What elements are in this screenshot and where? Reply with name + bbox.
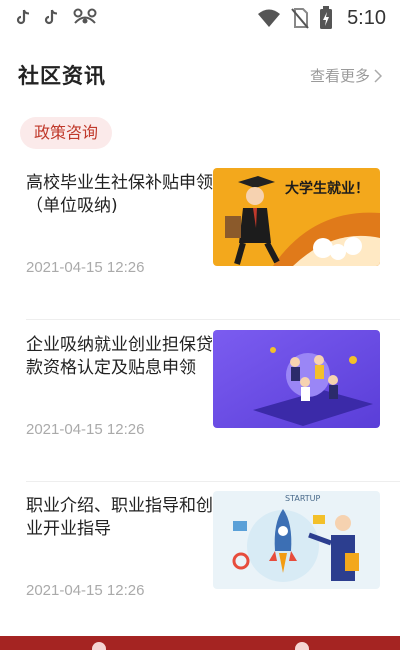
thumbnail-caption: 大学生就业！ bbox=[285, 181, 369, 197]
app-icon bbox=[73, 8, 97, 24]
news-title: 企业吸纳就业创业担保贷款资格认定及贴息申领 bbox=[26, 335, 213, 378]
view-more-label: 查看更多 bbox=[309, 67, 370, 85]
news-date: 2021-04-15 12:26 bbox=[26, 421, 145, 438]
status-bar: 5:10 bbox=[0, 0, 400, 36]
wifi-icon bbox=[258, 9, 281, 27]
battery-icon bbox=[320, 6, 333, 29]
bottom-nav-bar bbox=[0, 636, 400, 650]
news-thumbnail: STARTUP bbox=[213, 491, 380, 589]
no-sim-icon bbox=[291, 8, 309, 29]
section-header: 社区资讯 查看更多 bbox=[0, 56, 400, 96]
news-title: 职业介绍、职业指导和创业开业指导 bbox=[26, 496, 213, 539]
news-thumbnail bbox=[213, 330, 380, 428]
chevron-right-icon bbox=[374, 68, 382, 83]
thumbnail-caption: STARTUP bbox=[285, 494, 321, 503]
news-date: 2021-04-15 12:26 bbox=[26, 259, 145, 276]
tiktok-icon bbox=[16, 9, 30, 25]
section-title: 社区资讯 bbox=[18, 64, 106, 88]
tiktok-icon bbox=[44, 9, 58, 25]
news-item[interactable]: 职业介绍、职业指导和创业开业指导 2021-04-15 12:26 STARTU… bbox=[0, 481, 400, 643]
news-title: 高校毕业生社保补贴申领（单位吸纳) bbox=[26, 173, 213, 216]
news-item[interactable]: 企业吸纳就业创业担保贷款资格认定及贴息申领 2021-04-15 12:26 bbox=[0, 320, 400, 482]
news-date: 2021-04-15 12:26 bbox=[26, 582, 145, 599]
profile-icon[interactable] bbox=[295, 642, 309, 650]
home-icon[interactable] bbox=[92, 642, 106, 650]
news-item[interactable]: 高校毕业生社保补贴申领（单位吸纳) 2021-04-15 12:26 大学生就业… bbox=[0, 158, 400, 320]
clock: 5:10 bbox=[347, 6, 386, 29]
category-tag[interactable]: 政策咨询 bbox=[20, 117, 113, 149]
news-thumbnail: 大学生就业！ bbox=[213, 168, 380, 266]
view-more-link[interactable]: 查看更多 bbox=[310, 65, 382, 86]
